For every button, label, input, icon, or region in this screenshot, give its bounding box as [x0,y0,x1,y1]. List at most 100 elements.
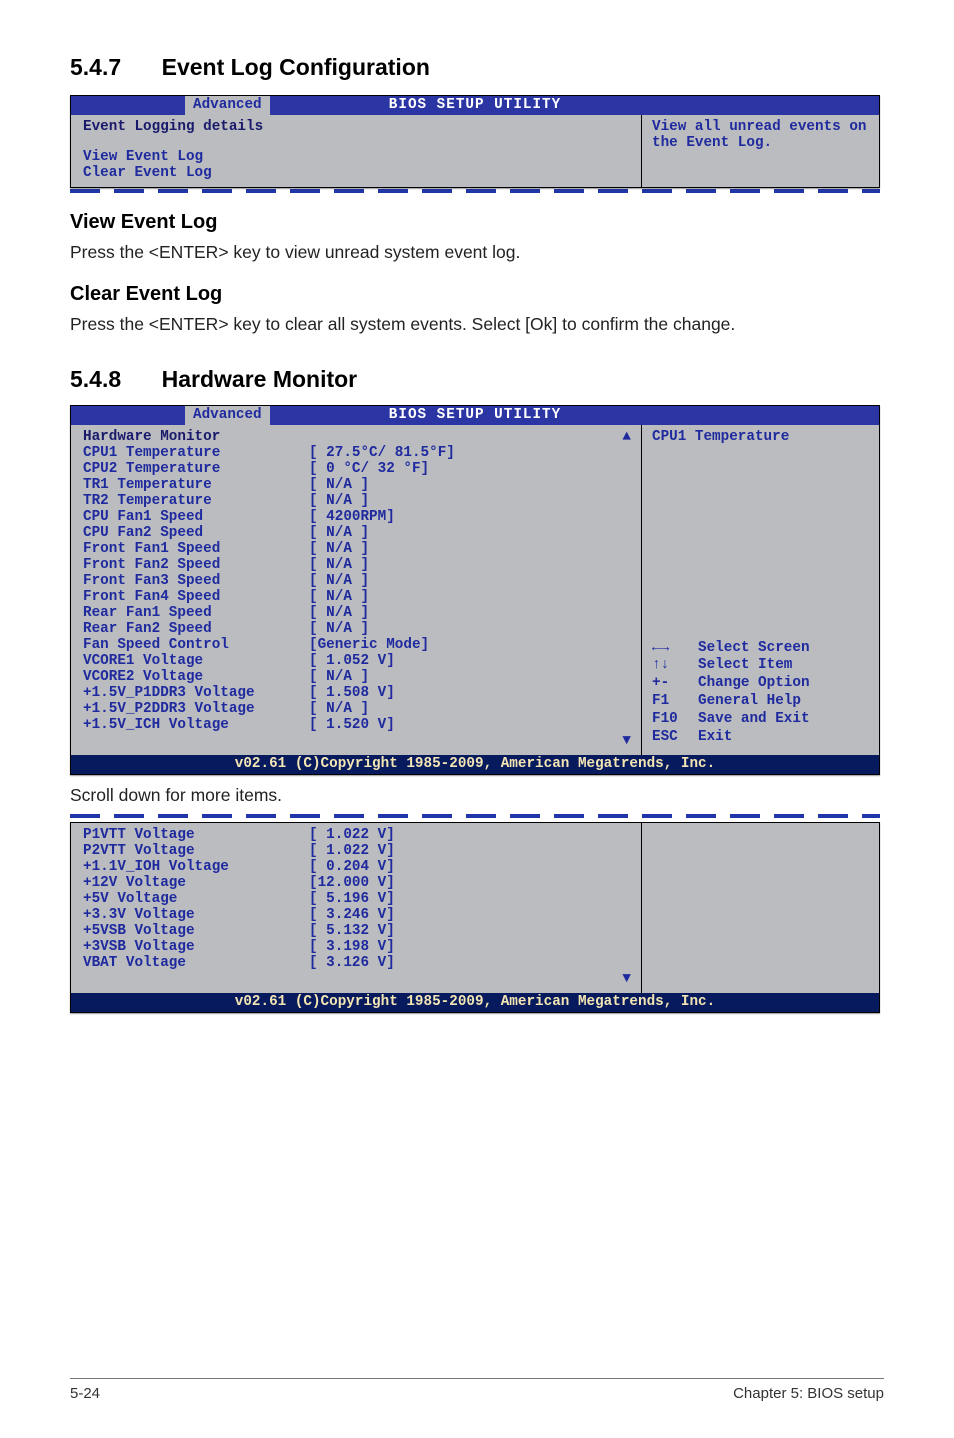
table-row[interactable]: +3VSB Voltage[ 3.198 V] [83,939,631,955]
help-key: F10 [652,711,698,729]
row-value: [ 5.196 V] [309,891,395,907]
row-label: VCORE1 Voltage [83,653,309,669]
bios-hardware-monitor-continued: P1VTT Voltage[ 1.022 V]P2VTT Voltage[ 1.… [70,822,880,1013]
table-row[interactable]: VCORE1 Voltage[ 1.052 V] [83,653,631,669]
row-value: [ 1.508 V] [309,685,395,701]
row-value: [ 1.520 V] [309,717,395,733]
row-value: [ 27.5°C/ 81.5°F] [309,445,455,461]
row-value: [ 1.022 V] [309,843,395,859]
table-row[interactable]: +5V Voltage[ 5.196 V] [83,891,631,907]
row-value: [ 0 °C/ 32 °F] [309,461,429,477]
table-row[interactable]: TR1 Temperature[ N/A ] [83,477,631,493]
row-label: CPU2 Temperature [83,461,309,477]
row-label: VBAT Voltage [83,955,309,971]
row-label: Front Fan1 Speed [83,541,309,557]
row-value: [ 3.246 V] [309,907,395,923]
table-row[interactable]: VCORE2 Voltage[ N/A ] [83,669,631,685]
row-value: [ N/A ] [309,541,369,557]
row-value: [ N/A ] [309,589,369,605]
help-desc: Save and Exit [698,711,810,729]
table-row[interactable]: +1.5V_ICH Voltage[ 1.520 V] [83,717,631,733]
table-row[interactable]: Front Fan3 Speed[ N/A ] [83,573,631,589]
table-row[interactable]: +1.1V_IOH Voltage[ 0.204 V] [83,859,631,875]
table-row[interactable]: P1VTT Voltage[ 1.022 V] [83,827,631,843]
row-value: [ 0.204 V] [309,859,395,875]
table-row[interactable]: CPU Fan2 Speed[ N/A ] [83,525,631,541]
help-desc: Exit [698,729,732,747]
row-label: Fan Speed Control [83,637,309,653]
scroll-down-icon[interactable]: ▼ [622,971,631,987]
help-desc: Select Item [698,657,792,675]
table-row[interactable]: Front Fan4 Speed[ N/A ] [83,589,631,605]
row-value: [ 5.132 V] [309,923,395,939]
help-key-row: F1General Help [652,693,869,711]
paragraph: Press the <ENTER> key to view unread sys… [70,240,884,265]
panel-heading: Event Logging details [83,119,631,135]
table-row[interactable]: +1.5V_P1DDR3 Voltage[ 1.508 V] [83,685,631,701]
page-number: 5-24 [70,1385,100,1402]
row-label: Rear Fan2 Speed [83,621,309,637]
menu-item-clear-event-log[interactable]: Clear Event Log [83,165,631,181]
table-row[interactable]: Fan Speed Control[Generic Mode] [83,637,631,653]
row-label: VCORE2 Voltage [83,669,309,685]
help-key: F1 [652,693,698,711]
table-row[interactable]: TR2 Temperature[ N/A ] [83,493,631,509]
row-label: +5VSB Voltage [83,923,309,939]
bios-copyright: v02.61 (C)Copyright 1985-2009, American … [71,755,879,774]
row-label: Front Fan4 Speed [83,589,309,605]
help-key: ←→ [652,640,698,658]
row-label: CPU1 Temperature [83,445,309,461]
bios-tab-advanced[interactable]: Advanced [185,406,270,425]
row-label: +1.5V_P2DDR3 Voltage [83,701,309,717]
row-label: Rear Fan1 Speed [83,605,309,621]
section-number: 5.4.7 [70,54,121,81]
row-label: +1.1V_IOH Voltage [83,859,309,875]
menu-item-view-event-log[interactable]: View Event Log [83,149,631,165]
table-row[interactable]: +1.5V_P2DDR3 Voltage[ N/A ] [83,701,631,717]
row-label: CPU Fan2 Speed [83,525,309,541]
section-heading-547: 5.4.7 Event Log Configuration [70,54,884,81]
table-row[interactable]: P2VTT Voltage[ 1.022 V] [83,843,631,859]
section-heading-548: 5.4.8 Hardware Monitor [70,366,884,393]
subhead-clear-event-log: Clear Event Log [70,283,884,306]
row-value: [ 1.052 V] [309,653,395,669]
row-value: [ 3.198 V] [309,939,395,955]
chapter-label: Chapter 5: BIOS setup [733,1385,884,1402]
table-row[interactable]: +3.3V Voltage[ 3.246 V] [83,907,631,923]
row-label: Front Fan3 Speed [83,573,309,589]
bios-event-log-box: BIOS SETUP UTILITY Advanced Event Loggin… [70,95,880,188]
subhead-view-event-log: View Event Log [70,211,884,234]
table-row[interactable]: CPU2 Temperature[ 0 °C/ 32 °F] [83,461,631,477]
help-key-row: +-Change Option [652,675,869,693]
table-row[interactable]: CPU1 Temperature[ 27.5°C/ 81.5°F] [83,445,631,461]
section-title: Event Log Configuration [162,54,430,81]
help-key: +- [652,675,698,693]
row-label: CPU Fan1 Speed [83,509,309,525]
bios-tab-advanced[interactable]: Advanced [185,96,270,115]
table-row[interactable]: VBAT Voltage[ 3.126 V] [83,955,631,971]
scroll-down-icon[interactable]: ▼ [622,733,631,749]
divider [70,189,880,193]
bios-titlebar: BIOS SETUP UTILITY Advanced [71,406,879,425]
table-row[interactable]: CPU Fan1 Speed[ 4200RPM] [83,509,631,525]
table-row[interactable]: Rear Fan1 Speed[ N/A ] [83,605,631,621]
row-value: [ 1.022 V] [309,827,395,843]
section-number: 5.4.8 [70,366,121,393]
table-row[interactable]: Front Fan1 Speed[ N/A ] [83,541,631,557]
help-text: View all unread events on the Event Log. [652,119,869,151]
table-row[interactable]: +12V Voltage[12.000 V] [83,875,631,891]
table-row[interactable]: Front Fan2 Speed[ N/A ] [83,557,631,573]
scroll-up-icon[interactable]: ▲ [622,429,631,445]
bios-titlebar: BIOS SETUP UTILITY Advanced [71,96,879,115]
table-row[interactable]: +5VSB Voltage[ 5.132 V] [83,923,631,939]
row-value: [ N/A ] [309,477,369,493]
row-label: +5V Voltage [83,891,309,907]
row-label: P1VTT Voltage [83,827,309,843]
help-desc: General Help [698,693,801,711]
help-key: ↑↓ [652,657,698,675]
row-label: +3.3V Voltage [83,907,309,923]
help-desc: Change Option [698,675,810,693]
help-key-row: ↑↓Select Item [652,657,869,675]
table-row[interactable]: Rear Fan2 Speed[ N/A ] [83,621,631,637]
help-key-row: ESCExit [652,729,869,747]
